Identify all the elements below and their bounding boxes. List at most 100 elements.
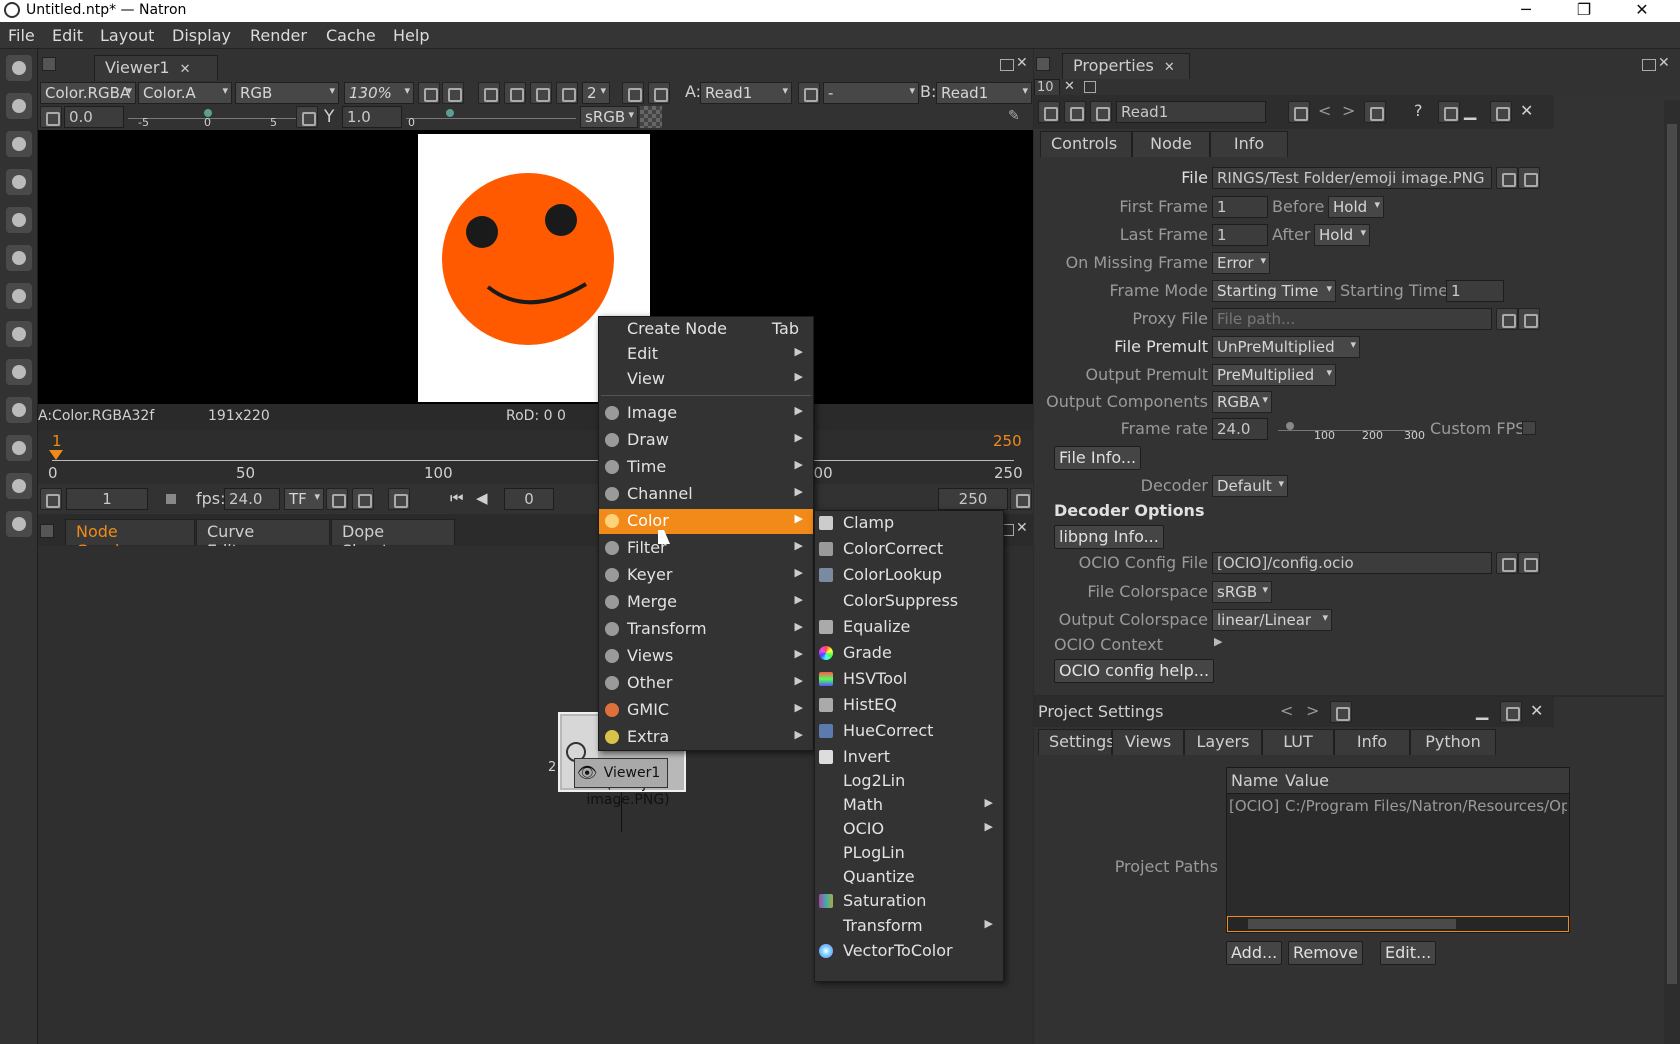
time-tool-icon[interactable]	[6, 131, 32, 157]
file-colorspace-combo[interactable]: sRGB	[1212, 581, 1272, 603]
end-frame-field[interactable]: 250	[938, 488, 1008, 510]
output-premult-combo[interactable]: PreMultiplied	[1212, 364, 1336, 386]
before-combo[interactable]: Hold	[1328, 196, 1384, 218]
frame-rate-slider[interactable]	[1278, 430, 1416, 431]
set-in-icon[interactable]	[40, 488, 62, 510]
tab-info[interactable]: Info	[1334, 729, 1410, 755]
views-tool-icon[interactable]	[6, 397, 32, 423]
last-frame-field[interactable]: 1	[1212, 224, 1268, 246]
submenu-item-ocio[interactable]: OCIO ▶	[815, 817, 1003, 842]
submenu-item-colorsuppress[interactable]: ColorSuppress	[815, 589, 1003, 614]
alpha-combo[interactable]: Color.A	[138, 82, 232, 104]
tab-lut[interactable]: LUT	[1262, 729, 1334, 755]
column-header-value[interactable]: Value	[1285, 771, 1329, 790]
merge-tool-icon[interactable]	[6, 321, 32, 347]
pin-icon[interactable]: ✎	[1008, 108, 1020, 124]
restore-defaults-icon[interactable]	[1330, 701, 1352, 723]
first-frame-icon[interactable]: ⏮	[450, 489, 464, 507]
center-node-icon[interactable]	[1090, 101, 1112, 123]
expand-arrow-icon[interactable]: ▶	[1214, 635, 1222, 648]
submenu-item-ploglin[interactable]: PLogLin	[815, 841, 1003, 866]
input-b-combo[interactable]: Read1	[936, 82, 1032, 104]
render-icon[interactable]	[352, 488, 374, 510]
menu-item-time[interactable]: Time ▶	[599, 455, 813, 480]
tab-viewer1[interactable]: Viewer1 ✕	[94, 55, 218, 81]
tab-controls[interactable]: Controls	[1040, 131, 1132, 157]
color-tool-icon[interactable]	[6, 207, 32, 233]
stop-icon[interactable]	[166, 494, 176, 504]
submenu-item-invert[interactable]: Invert	[815, 745, 1003, 770]
redo-icon[interactable]: >	[1306, 701, 1319, 720]
gamma-slider-handle[interactable]	[446, 109, 454, 117]
minimize-button[interactable]: ─	[1504, 0, 1548, 22]
close-pane-icon[interactable]: ✕	[1016, 55, 1028, 71]
gamma-field[interactable]: 1.0	[342, 106, 402, 128]
menu-item-channel[interactable]: Channel ▶	[599, 482, 813, 507]
float-properties-icon[interactable]	[1490, 101, 1512, 123]
decoder-combo[interactable]: Default	[1212, 475, 1288, 497]
float-pane-icon[interactable]	[1000, 59, 1014, 71]
submenu-item-log2lin[interactable]: Log2Lin	[815, 769, 1003, 794]
frame-mode-combo[interactable]: Starting Time	[1212, 280, 1336, 302]
refresh-icon[interactable]	[622, 82, 644, 104]
transform-tool-icon[interactable]	[6, 359, 32, 385]
set-out-icon[interactable]	[1010, 488, 1032, 510]
submenu-item-transform[interactable]: Transform ▶	[815, 914, 1003, 939]
pane-menu-icon[interactable]	[42, 57, 56, 71]
gmic-tool-icon[interactable]	[6, 473, 32, 499]
maximize-button[interactable]: ❐	[1562, 0, 1606, 22]
file-info-button[interactable]: File Info...	[1054, 446, 1142, 470]
node-color-icon[interactable]	[1288, 101, 1310, 123]
gain-toggle-icon[interactable]	[40, 106, 62, 128]
reload-icon[interactable]	[1518, 308, 1540, 330]
submenu-item-hsvtool[interactable]: HSVTool	[815, 667, 1003, 692]
menu-item-view[interactable]: View ▶	[599, 367, 813, 392]
close-settings-icon[interactable]: ✕	[1530, 701, 1543, 720]
frame-offset-field[interactable]: 0	[504, 488, 554, 510]
speed-icon[interactable]	[326, 488, 348, 510]
close-pane-icon[interactable]: ✕	[1016, 520, 1028, 536]
settings-icon[interactable]	[1064, 101, 1086, 123]
close-pane-icon[interactable]: ✕	[1658, 55, 1670, 71]
collapse-icon[interactable]: ▁	[1464, 101, 1476, 120]
center-icon[interactable]	[442, 82, 464, 104]
table-row[interactable]: [OCIO] C:/Program Files/Natron/Resources…	[1227, 796, 1569, 818]
add-path-button[interactable]: Add...	[1226, 941, 1283, 965]
custom-fps-checkbox[interactable]	[1522, 421, 1536, 435]
redo-icon[interactable]: >	[1342, 101, 1355, 120]
starting-time-field[interactable]: 1	[1446, 280, 1504, 302]
scrollbar-thumb[interactable]	[1248, 919, 1456, 929]
node-name-field[interactable]: Read1	[1116, 101, 1266, 123]
submenu-item-huecorrect[interactable]: HueCorrect	[815, 719, 1003, 744]
tab-settings[interactable]: Settings	[1038, 729, 1115, 755]
folder-icon[interactable]	[1496, 308, 1518, 330]
help-icon[interactable]: ?	[1414, 101, 1423, 120]
output-components-combo[interactable]: RGBA	[1212, 391, 1272, 413]
submenu-item-colorlookup[interactable]: ColorLookup	[815, 563, 1003, 588]
submenu-item-equalize[interactable]: Equalize	[815, 615, 1003, 640]
missing-frame-combo[interactable]: Error	[1212, 252, 1270, 274]
menu-file[interactable]: File	[8, 26, 35, 45]
zoom-combo[interactable]: 130%	[344, 82, 414, 104]
submenu-item-math[interactable]: Math ▶	[815, 793, 1003, 818]
ocio-config-field[interactable]: [OCIO]/config.ocio	[1212, 552, 1492, 574]
colorspace-combo[interactable]: sRGB	[580, 106, 638, 128]
draw-tool-icon[interactable]	[6, 93, 32, 119]
menu-edit[interactable]: Edit	[52, 26, 83, 45]
menu-item-create-node[interactable]: Create Node Tab	[599, 317, 813, 342]
reload-icon[interactable]	[1518, 167, 1540, 189]
menu-item-color[interactable]: Color ▶	[599, 509, 813, 534]
menu-item-views[interactable]: Views ▶	[599, 644, 813, 669]
first-frame-field[interactable]: 1	[1212, 196, 1268, 218]
after-combo[interactable]: Hold	[1314, 224, 1370, 246]
menu-item-edit[interactable]: Edit ▶	[599, 342, 813, 367]
gain-field[interactable]: 0.0	[64, 106, 124, 128]
ocio-help-button[interactable]: OCIO config help...	[1054, 659, 1215, 683]
gamma-slider[interactable]	[406, 118, 576, 119]
column-header-name[interactable]: Name	[1231, 771, 1278, 790]
submenu-item-grade[interactable]: Grade	[815, 641, 1003, 666]
frame-rate-field[interactable]: 24.0	[1212, 418, 1268, 440]
pause-icon[interactable]	[648, 82, 670, 104]
remove-path-button[interactable]: Remove	[1288, 941, 1363, 965]
menu-help[interactable]: Help	[393, 26, 429, 45]
